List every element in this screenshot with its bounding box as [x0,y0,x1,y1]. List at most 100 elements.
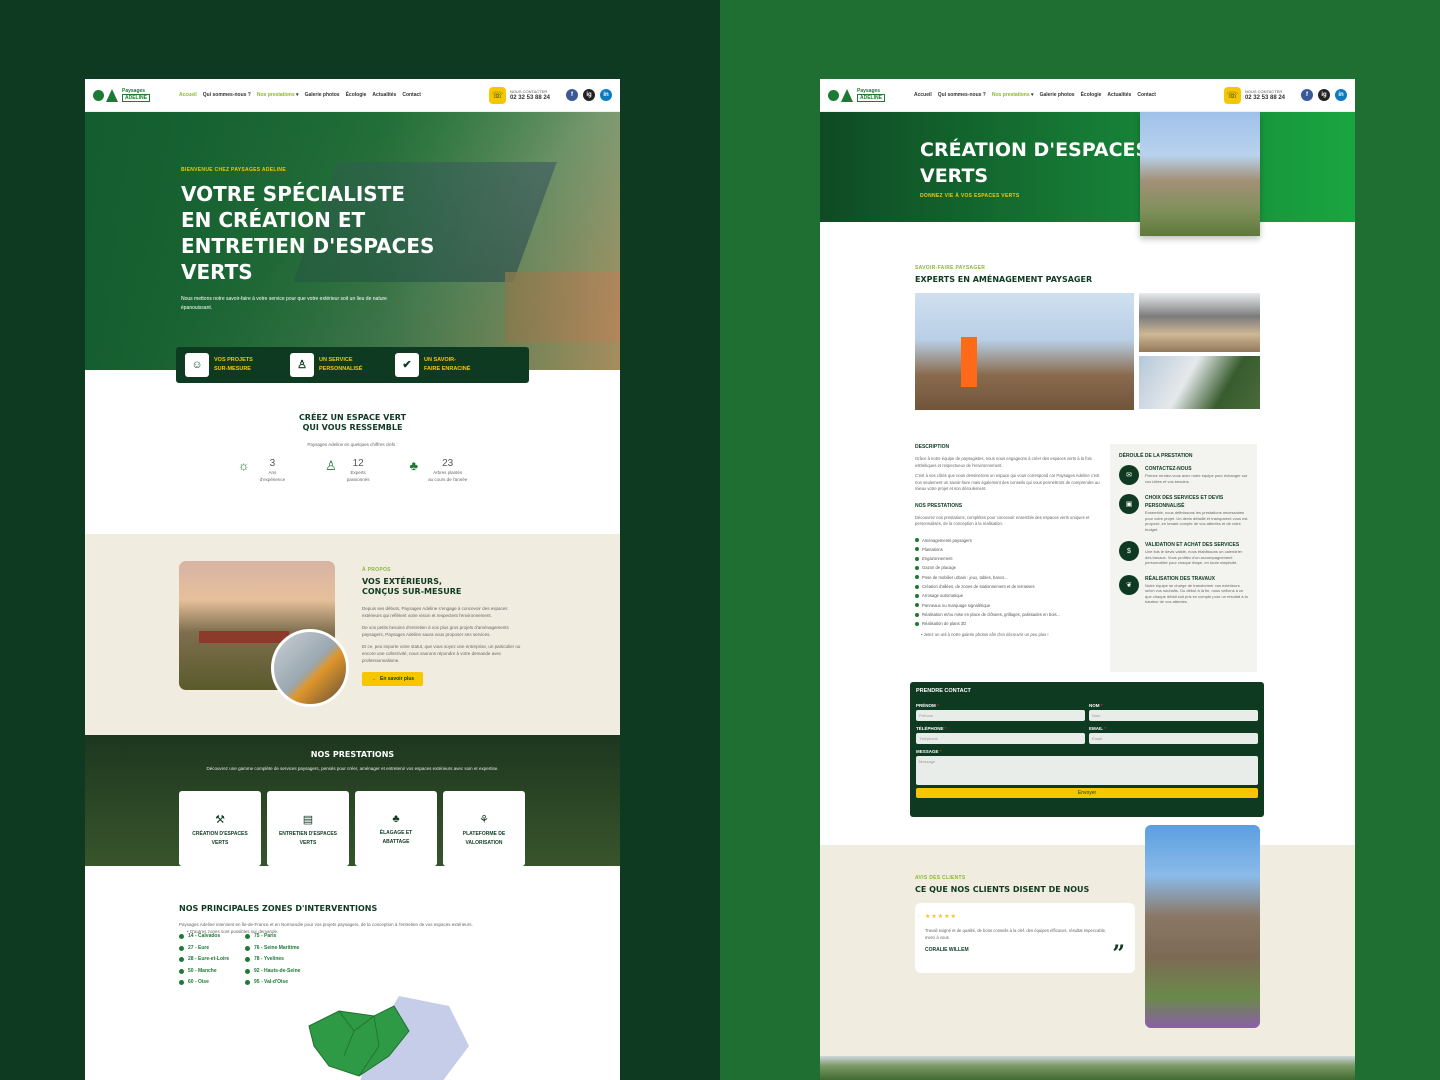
service-card[interactable]: ▤ ENTRETIEN D'ESPACES VERTS [267,791,349,866]
contact-form: PRENDRE CONTACT PRÉNOM * Prénom NOM * Nom … [910,682,1264,817]
list-item: Réalisation et/ou mise en place de clôtu… [915,610,1100,619]
list-item: Réalisation de plans 3D [915,619,1100,628]
stat-item: ☼ 3 Ans d'expérience [237,458,286,482]
social-links: f ig in [566,89,612,101]
hero-subtitle: Nous mettons notre savoir-faire à votre … [181,296,387,311]
about-paragraph: Et ce, peu importe votre statut, que vou… [362,644,521,663]
logo[interactable]: Paysages ADELINE [93,88,155,102]
service-details: SAVOIR-FAIRE PAYSAGER EXPERTS EN AMÉNAGE… [820,222,1355,682]
zones-list: 14 - Calvados 75 - Paris 27 - Eure 76 - … [179,932,315,988]
facebook-icon[interactable]: f [566,89,578,101]
testimonial-author: CORALIE WILLEM [925,947,969,953]
header-contact[interactable]: ☏ NOUS CONTACTER 02 32 53 88 24 [1223,86,1285,104]
steps-panel: DÉROULÉ DE LA PRESTATION ✉ CONTACTEZ-NOUS… [1110,444,1257,672]
email-label: EMAIL * [1089,726,1106,731]
testimonials-eyebrow: AVIS DES CLIENTS [915,875,966,881]
rating-stars: ★★★★★ [925,914,957,920]
service-card[interactable]: ♣ ÉLAGAGE ET ABATTAGE [355,791,437,866]
zone-item: 60 - Oise [179,978,239,988]
linkedin-icon[interactable]: in [600,89,612,101]
learn-more-button[interactable]: → En savoir plus [362,672,424,686]
logo[interactable]: Paysages ADELINE [828,88,890,102]
header-contact[interactable]: ☏ NOUS CONTACTER 02 32 53 88 24 [488,86,550,104]
zone-item: 27 - Eure [179,944,239,954]
facebook-icon[interactable]: f [1301,89,1313,101]
hero-title: VOTRE SPÉCIALISTE EN CRÉATION ET ENTRETI… [181,182,435,284]
features-bar: ☺ VOS PROJETS SUR-MESURE ♙ UN SERVICE PERS… [176,347,529,383]
check-icon [915,584,919,589]
nav-prestations[interactable]: Nos prestations ▾ [992,92,1034,98]
instagram-icon[interactable]: ig [1318,89,1330,101]
contact-phone[interactable]: 02 32 53 88 24 [1245,95,1285,101]
wallet-icon: ▣ [1119,494,1139,514]
home-page-preview: Paysages ADELINE Accueil Qui sommes-nous … [85,79,620,1080]
prestations-label: NOS PRESTATIONS [915,502,963,509]
check-icon [915,547,919,552]
stat-item: ♙ 12 Experts passionnés [325,458,370,482]
list-item: Arrosage automatique [915,591,1100,600]
nom-input[interactable]: Nom [1089,710,1258,721]
testimonials-title: CE QUE NOS CLIENTS DISENT DE NOUS [915,885,1090,894]
prenom-input[interactable]: Prénom [916,710,1085,721]
feature-item: ☺ VOS PROJETS SUR-MESURE [185,353,262,377]
about-eyebrow: À PROPOS [362,567,391,573]
gallery-link[interactable]: • Jetez un œil à notre galerie photos af… [921,632,1100,639]
description-paragraph: C'est à vos côtés que nous dessinerons u… [915,473,1100,491]
quote-icon: ” [1112,941,1125,967]
linkedin-icon[interactable]: in [1335,89,1347,101]
telephone-input[interactable]: Téléphone [916,733,1085,744]
nom-label: NOM * [1089,703,1103,708]
telephone-label: TÉLÉPHONE * [916,726,947,731]
nav-ecologie[interactable]: Écologie [346,92,367,98]
message-textarea[interactable]: Message [916,756,1258,785]
step-item: ✉ CONTACTEZ-NOUS Prenez rendez-vous avec n… [1119,465,1248,485]
about-paragraph: Depuis ses débuts, Paysages Adeline s'en… [362,606,508,618]
prestations-list: Aménagements paysagers Plantations Engaz… [915,536,1100,629]
nav-contact[interactable]: Contact [402,92,421,98]
zones-section: NOS PRINCIPALES ZONES D'INTERVENTIONS Pa… [85,866,620,1080]
service-hero-subtitle: DONNEZ VIE À VOS ESPACES VERTS [920,193,1020,199]
nav-galerie[interactable]: Galerie photos [1040,92,1075,98]
tree-icon: ♣ [392,813,400,825]
nav-accueil[interactable]: Accueil [179,92,197,98]
list-item: Engazonnement [915,554,1100,563]
description-paragraph: Grâce à notre équipe de paysagistes, nou… [915,456,1092,468]
check-icon [915,621,919,626]
logo-circle-icon [93,89,104,101]
section-eyebrow: SAVOIR-FAIRE PAYSAGER [915,265,986,271]
nav-prestations[interactable]: Nos prestations ▾ [257,92,299,98]
submit-button[interactable]: Envoyer [916,788,1258,798]
list-item: Création d'allées, de zones de stationne… [915,582,1100,591]
person-icon: ☺ [185,353,209,377]
nav-qui-sommes-nous[interactable]: Qui sommes-nous ? [938,92,986,98]
intro-text: Paysages Adeline en quelques chiffres cl… [307,442,398,447]
testimonials-section: AVIS DES CLIENTS CE QUE NOS CLIENTS DISE… [820,845,1355,1056]
service-card[interactable]: ⚒ CRÉATION D'ESPACES VERTS [179,791,261,866]
zone-item: 14 - Calvados [179,932,239,942]
service-page-preview: Paysages ADELINE Accueil Qui sommes-nous … [820,79,1355,1080]
tree-icon: ♣ [409,458,419,473]
nav-actualites[interactable]: Actualités [1107,92,1131,98]
list-item: Plantations [915,545,1100,554]
footer-landscape [820,1056,1355,1080]
contact-phone[interactable]: 02 32 53 88 24 [510,95,550,101]
header: Paysages ADELINE Accueil Qui sommes-nous … [820,79,1355,112]
nav-actualites[interactable]: Actualités [372,92,396,98]
gallery-image [1139,293,1260,352]
section-title: EXPERTS EN AMÉNAGEMENT PAYSAGER [915,275,1093,284]
logo-tree-icon [841,88,853,102]
email-input[interactable]: Email [1089,733,1258,744]
service-hero-title: CRÉATION D'ESPACES VERTS [920,139,1150,187]
service-card[interactable]: ⚘ PLATEFORME DE VALORISATION [443,791,525,866]
instagram-icon[interactable]: ig [583,89,595,101]
stats: ☼ 3 Ans d'expérience ♙ 12 Experts passionnés ♣… [85,458,620,483]
nav-contact[interactable]: Contact [1137,92,1156,98]
nav-accueil[interactable]: Accueil [914,92,932,98]
testimonial-quote: Travail soigné et de qualité, de bons co… [925,928,1107,940]
nav-ecologie[interactable]: Écologie [1081,92,1102,98]
nav-galerie[interactable]: Galerie photos [305,92,340,98]
shield-icon: ✔ [395,353,419,377]
nav-qui-sommes-nous[interactable]: Qui sommes-nous ? [203,92,251,98]
testimonial-card: ★★★★★ Travail soigné et de qualité, de b… [915,903,1135,973]
bulb-icon: ☼ [237,458,250,473]
